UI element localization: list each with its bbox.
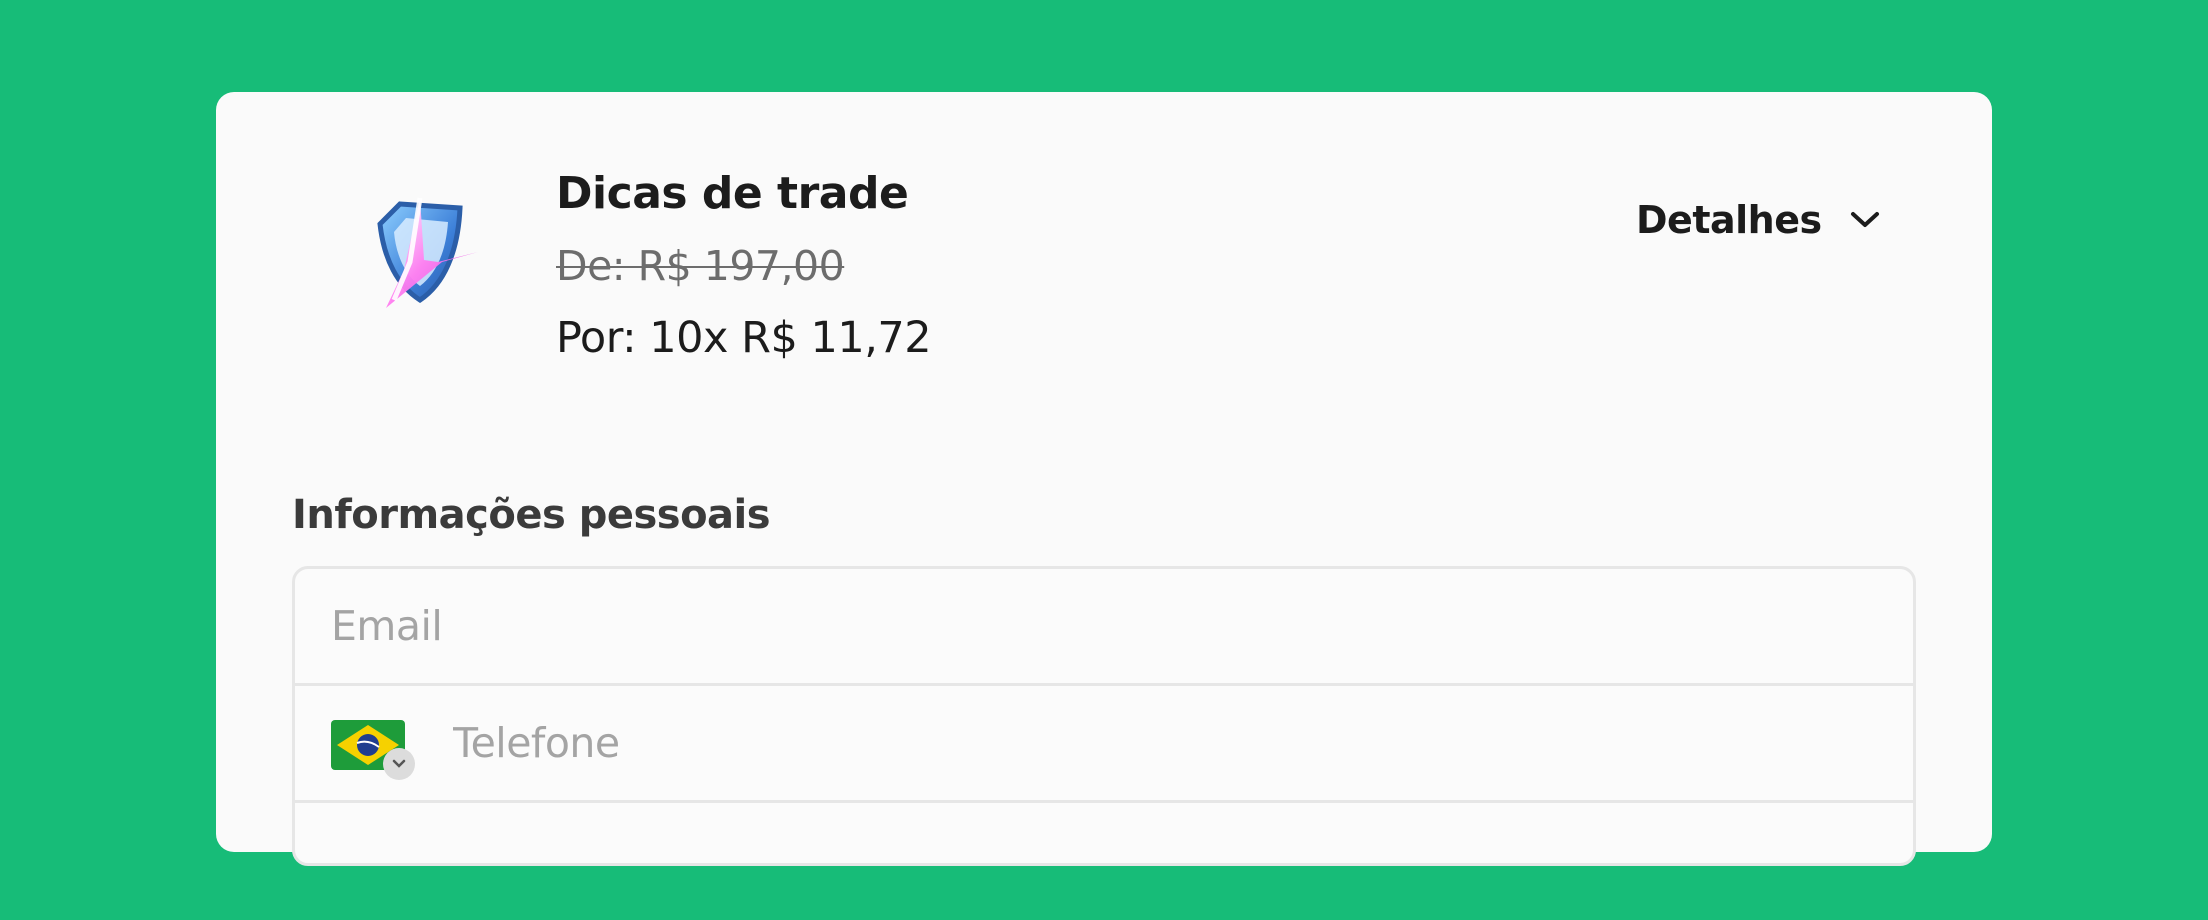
email-field[interactable] (331, 569, 1871, 683)
next-field-row (295, 803, 1913, 920)
details-label: Detalhes (1636, 198, 1822, 242)
product-info: Dicas de trade De: R$ 197,00 Por: 10x R$… (556, 168, 932, 364)
personal-info-title: Informações pessoais (292, 492, 771, 538)
phone-field-row (295, 686, 1913, 803)
checkout-card: Dicas de trade De: R$ 197,00 Por: 10x R$… (216, 92, 1992, 866)
chevron-down-icon (1850, 212, 1879, 227)
product-name: Dicas de trade (556, 168, 909, 219)
personal-info-form (292, 566, 1916, 866)
product-logo-icon (340, 182, 492, 322)
details-toggle-button[interactable]: Detalhes (1636, 198, 1880, 242)
email-field-row (295, 569, 1913, 686)
phone-field[interactable] (453, 686, 1873, 800)
installment-price: Por: 10x R$ 11,72 (556, 313, 932, 363)
old-price: De: R$ 197,00 (556, 242, 845, 290)
chevron-down-icon (383, 748, 415, 780)
country-select[interactable] (331, 720, 415, 780)
